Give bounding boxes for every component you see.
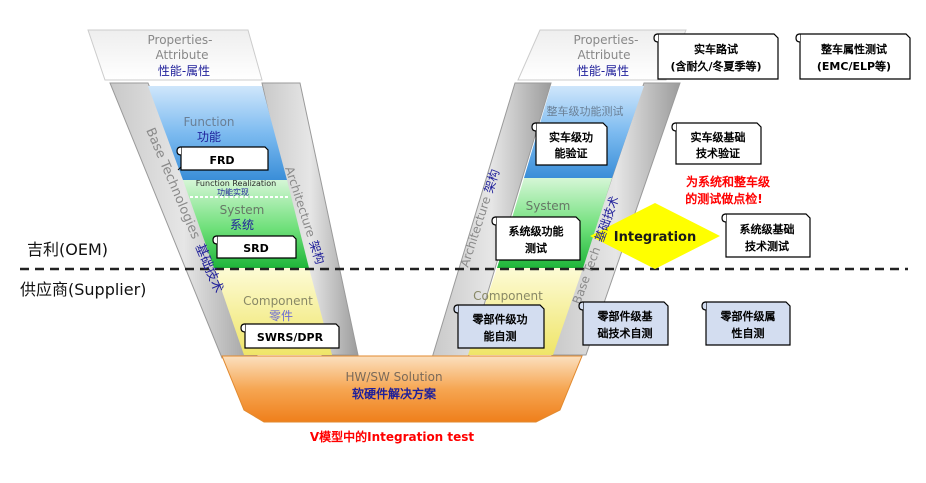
system-base-l2: 技术测试	[745, 239, 789, 253]
left-properties-en2: Attribute	[156, 48, 209, 62]
vehicle-func-l2: 能验证	[555, 146, 588, 160]
right-properties-cn: 性能-属性	[577, 64, 629, 78]
left-system-cn: 系统	[230, 218, 254, 232]
vehicle-func-l1: 实车级功	[549, 130, 593, 144]
swrs-label: SWRS/DPR	[257, 331, 324, 344]
supplier-label: 供应商(Supplier)	[20, 280, 146, 299]
frd-label: FRD	[209, 154, 234, 167]
part-func-l1: 零部件级功	[472, 312, 528, 326]
vehicle-base-l1: 实车级基础	[691, 130, 746, 144]
right-vehicle-func-test: 整车级功能测试	[547, 104, 624, 118]
frd-scroll: FRD	[176, 146, 269, 171]
left-properties-en: Properties-	[148, 33, 213, 47]
checkpoint-line1: 为系统和整车级	[686, 174, 770, 189]
part-base-l2: 础技术自测	[598, 326, 653, 340]
left-function-cn: 功能	[197, 130, 221, 144]
left-properties-cn: 性能-属性	[158, 64, 210, 78]
left-function-en: Function	[183, 115, 234, 129]
real-road-l2: (含耐久/冬夏季等)	[670, 59, 761, 73]
part-attr-scroll: 零部件级属 性自测	[701, 301, 791, 346]
system-func-l2: 测试	[525, 241, 547, 255]
oem-label: 吉利(OEM)	[27, 240, 108, 259]
right-system-en: System	[526, 199, 571, 213]
right-properties-en2: Attribute	[578, 48, 631, 62]
system-base-scroll: 系统级基础 技术测试	[721, 213, 811, 258]
part-attr-l1: 零部件级属	[720, 309, 776, 323]
part-attr-l2: 性自测	[732, 326, 765, 340]
v-model-caption: V模型中的Integration test	[310, 429, 475, 444]
real-road-scroll: 实车路试 (含耐久/冬夏季等)	[653, 33, 779, 80]
part-base-scroll: 零部件级基 础技术自测	[578, 301, 669, 346]
checkpoint-line2: 的测试做点检!	[685, 191, 762, 206]
system-func-l1: 系统级功能	[509, 224, 564, 238]
vehicle-func-scroll: 实车级功 能验证	[531, 122, 608, 166]
vehicle-base-scroll: 实车级基础 技术验证	[671, 122, 762, 165]
system-base-l1: 系统级基础	[740, 222, 795, 236]
hw-sw-cn: 软硬件解决方案	[352, 386, 437, 401]
hw-sw-en: HW/SW Solution	[345, 370, 442, 384]
srd-scroll: SRD	[212, 235, 297, 259]
integration-label: Integration	[614, 230, 696, 245]
left-component-en: Component	[243, 294, 313, 308]
srd-label: SRD	[243, 242, 269, 255]
part-base-l1: 零部件级基	[597, 309, 654, 323]
left-component-cn: 零件	[269, 309, 293, 323]
right-properties-en: Properties-	[574, 33, 639, 47]
v-model-canvas: Properties- Attribute 性能-属性 Function 功能 …	[20, 29, 911, 444]
v-model-diagram: Properties- Attribute 性能-属性 Function 功能 …	[0, 0, 926, 479]
part-func-scroll: 零部件级功 能自测	[453, 304, 545, 349]
left-function-realization-en: Function Realization	[196, 179, 276, 188]
vehicle-base-l2: 技术验证	[696, 146, 740, 160]
left-system-en: System	[220, 203, 265, 217]
real-road-l1: 实车路试	[694, 42, 738, 56]
right-component-en: Component	[473, 289, 543, 303]
vehicle-attr-l2: (EMC/ELP等)	[817, 59, 891, 73]
left-function-realization-cn: 功能实现	[217, 187, 249, 197]
system-func-scroll: 系统级功能 测试	[491, 216, 581, 261]
vehicle-attr-l1: 整车属性测试	[820, 42, 887, 56]
swrs-scroll: SWRS/DPR	[240, 323, 340, 349]
part-func-l2: 能自测	[484, 329, 517, 343]
vehicle-attr-scroll: 整车属性测试 (EMC/ELP等)	[795, 33, 911, 80]
